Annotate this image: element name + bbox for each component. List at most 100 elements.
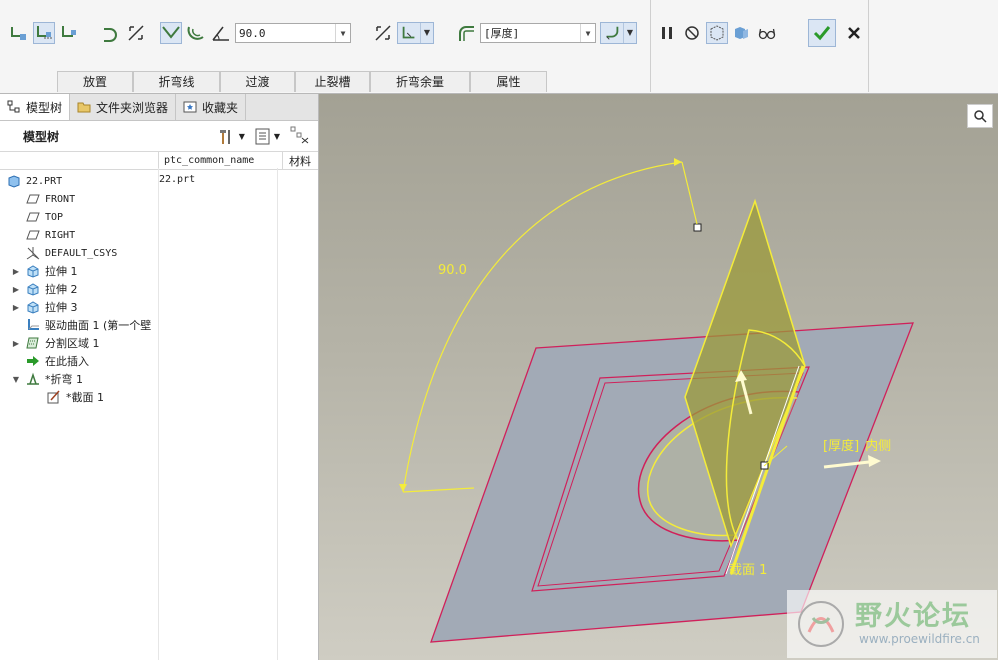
bend-placement-third-button[interactable] bbox=[58, 22, 80, 44]
column-divider bbox=[158, 168, 159, 660]
model-tree-title: 模型树 bbox=[23, 129, 60, 144]
show-options-button[interactable]: ▼ bbox=[255, 128, 280, 146]
tree-item-top[interactable]: TOP bbox=[25, 208, 63, 226]
bend-placement-alt-button[interactable] bbox=[33, 22, 55, 44]
bend-radius-button[interactable] bbox=[185, 22, 207, 44]
angle-input[interactable]: 90.0 ▼ bbox=[235, 23, 351, 43]
bend-position-icon bbox=[398, 23, 420, 43]
tree-settings-button[interactable]: ▼ bbox=[218, 128, 245, 146]
tree-item-section[interactable]: *截面 1 bbox=[46, 388, 104, 406]
tree-item-label: 驱动曲面 1 (第一个壁 bbox=[45, 319, 152, 332]
extrude-icon bbox=[25, 281, 41, 297]
verify-mode-button[interactable] bbox=[731, 22, 753, 44]
thickness-select-value: [厚度] bbox=[484, 27, 520, 40]
side-arrowhead bbox=[868, 455, 881, 467]
angle-input-value: 90.0 bbox=[239, 26, 266, 40]
tree-item-label: 22.PRT bbox=[26, 175, 63, 187]
preview-geometry-button[interactable] bbox=[706, 22, 728, 44]
watermark: 野火论坛 www.proewildfire.cn bbox=[787, 590, 997, 658]
tab-folder-browser-label: 文件夹浏览器 bbox=[96, 100, 169, 115]
pause-button[interactable] bbox=[656, 22, 678, 44]
zoom-button[interactable] bbox=[967, 104, 993, 128]
model-geometry[interactable] bbox=[319, 94, 998, 660]
column-material[interactable]: 材料 bbox=[283, 153, 311, 169]
tree-item-part[interactable]: 22.PRT bbox=[6, 172, 62, 190]
chevron-down-icon[interactable]: ▼ bbox=[335, 24, 350, 42]
no-preview-button[interactable] bbox=[681, 22, 703, 44]
dimension-extension bbox=[402, 487, 475, 493]
tab-bend-line[interactable]: 折弯线 bbox=[133, 71, 220, 92]
cancel-button[interactable] bbox=[843, 22, 865, 44]
confirm-button[interactable] bbox=[808, 19, 836, 47]
tab-folder-browser[interactable]: 文件夹浏览器 bbox=[70, 94, 177, 120]
tree-item-label: FRONT bbox=[45, 193, 76, 205]
tab-properties[interactable]: 属性 bbox=[470, 71, 547, 92]
model-tree-tools: ▼ ▼ bbox=[218, 126, 310, 147]
thickness-tools: [厚度] ▼ ▼ bbox=[455, 18, 637, 48]
flip-angle-button[interactable] bbox=[372, 22, 394, 44]
tab-placement[interactable]: 放置 bbox=[57, 71, 133, 92]
collapse-icon[interactable]: ▼ bbox=[11, 375, 21, 384]
chevron-down-icon[interactable]: ▼ bbox=[623, 23, 636, 43]
column-common-name[interactable]: ptc_common_name bbox=[159, 152, 283, 169]
graphics-window[interactable]: 90.0 [厚度] 内侧 截面 1 野火论坛 www.proewildfire.… bbox=[319, 94, 998, 660]
glasses-icon[interactable] bbox=[756, 22, 778, 44]
expand-icon[interactable]: ▶ bbox=[11, 339, 21, 348]
favorites-icon bbox=[183, 101, 197, 113]
thickness-side-note[interactable]: [厚度] 内侧 bbox=[823, 435, 891, 454]
tree-item-split-area[interactable]: ▶ 分割区域 1 bbox=[11, 334, 100, 352]
tree-item-front[interactable]: FRONT bbox=[25, 190, 75, 208]
expand-icon[interactable]: ▶ bbox=[11, 285, 21, 294]
tree-item-insert-here[interactable]: 在此插入 bbox=[25, 352, 89, 370]
chevron-down-icon[interactable]: ▼ bbox=[420, 23, 433, 43]
bend-type-tools bbox=[100, 18, 150, 48]
chevron-down-icon: ▼ bbox=[273, 132, 280, 141]
tree-item-label: 分割区域 1 bbox=[45, 337, 100, 350]
tab-model-tree[interactable]: 模型树 bbox=[0, 94, 71, 120]
navigator-panel: 模型树 文件夹浏览器 收藏夹 模型树 ▼ ▼ ptc_common_name 材… bbox=[0, 94, 319, 660]
tree-item-driving-surface[interactable]: 驱动曲面 1 (第一个壁 bbox=[25, 316, 151, 334]
flip-direction-button[interactable] bbox=[125, 22, 147, 44]
tree-item-label: 拉伸 1 bbox=[45, 265, 78, 278]
control-tools bbox=[656, 18, 781, 48]
bend-icon bbox=[25, 371, 41, 387]
angle-dimension-label[interactable]: 90.0 bbox=[438, 263, 467, 278]
tree-filter-icon bbox=[290, 126, 309, 144]
dimension-arrowhead bbox=[399, 484, 407, 492]
bend-angle-tools: 90.0 ▼ bbox=[160, 18, 351, 48]
datum-plane-icon bbox=[25, 191, 41, 207]
split-area-icon bbox=[25, 335, 41, 351]
bend-angle-button[interactable] bbox=[160, 22, 182, 44]
tree-item-csys[interactable]: DEFAULT_CSYS bbox=[25, 244, 117, 262]
ribbon-divider bbox=[650, 0, 651, 92]
csys-icon bbox=[25, 245, 41, 261]
tools-icon bbox=[219, 129, 230, 144]
tab-transition[interactable]: 过渡 bbox=[220, 71, 295, 92]
tab-bend-allowance[interactable]: 折弯余量 bbox=[370, 71, 470, 92]
bend-placement-button[interactable] bbox=[8, 22, 30, 44]
bend-position-split-button[interactable]: ▼ bbox=[397, 22, 434, 44]
dimension-arrowhead bbox=[674, 158, 682, 166]
tab-relief[interactable]: 止裂槽 bbox=[295, 71, 370, 92]
thickness-select[interactable]: [厚度] ▼ bbox=[480, 23, 596, 43]
tree-item-extrude-2[interactable]: ▶ 拉伸 2 bbox=[11, 280, 78, 298]
tree-item-extrude-1[interactable]: ▶ 拉伸 1 bbox=[11, 262, 78, 280]
expand-icon[interactable]: ▶ bbox=[11, 303, 21, 312]
tab-favorites[interactable]: 收藏夹 bbox=[176, 94, 247, 120]
tree-item-bend[interactable]: ▼ *折弯 1 bbox=[11, 370, 83, 388]
tree-item-label: DEFAULT_CSYS bbox=[45, 247, 118, 259]
expand-icon[interactable]: ▶ bbox=[11, 267, 21, 276]
extrude-icon bbox=[25, 299, 41, 315]
section-label[interactable]: 截面 1 bbox=[729, 559, 767, 578]
chevron-down-icon[interactable]: ▼ bbox=[580, 24, 595, 42]
drag-handle[interactable] bbox=[693, 223, 702, 232]
bend-roll-button[interactable] bbox=[100, 22, 122, 44]
tree-item-extrude-3[interactable]: ▶ 拉伸 3 bbox=[11, 298, 78, 316]
ribbon: 90.0 ▼ ▼ [厚度] ▼ ▼ 放置 折弯线 过渡 止裂槽 折弯余量 属性 bbox=[0, 0, 998, 94]
tree-item-right[interactable]: RIGHT bbox=[25, 226, 75, 244]
filter-button[interactable] bbox=[290, 126, 310, 147]
tree-column-header: ptc_common_name 材料 bbox=[0, 151, 318, 170]
side-note-label: 内侧 bbox=[865, 439, 892, 454]
bend-side-split-button[interactable]: ▼ bbox=[600, 22, 637, 44]
model-tree-icon bbox=[7, 100, 20, 113]
